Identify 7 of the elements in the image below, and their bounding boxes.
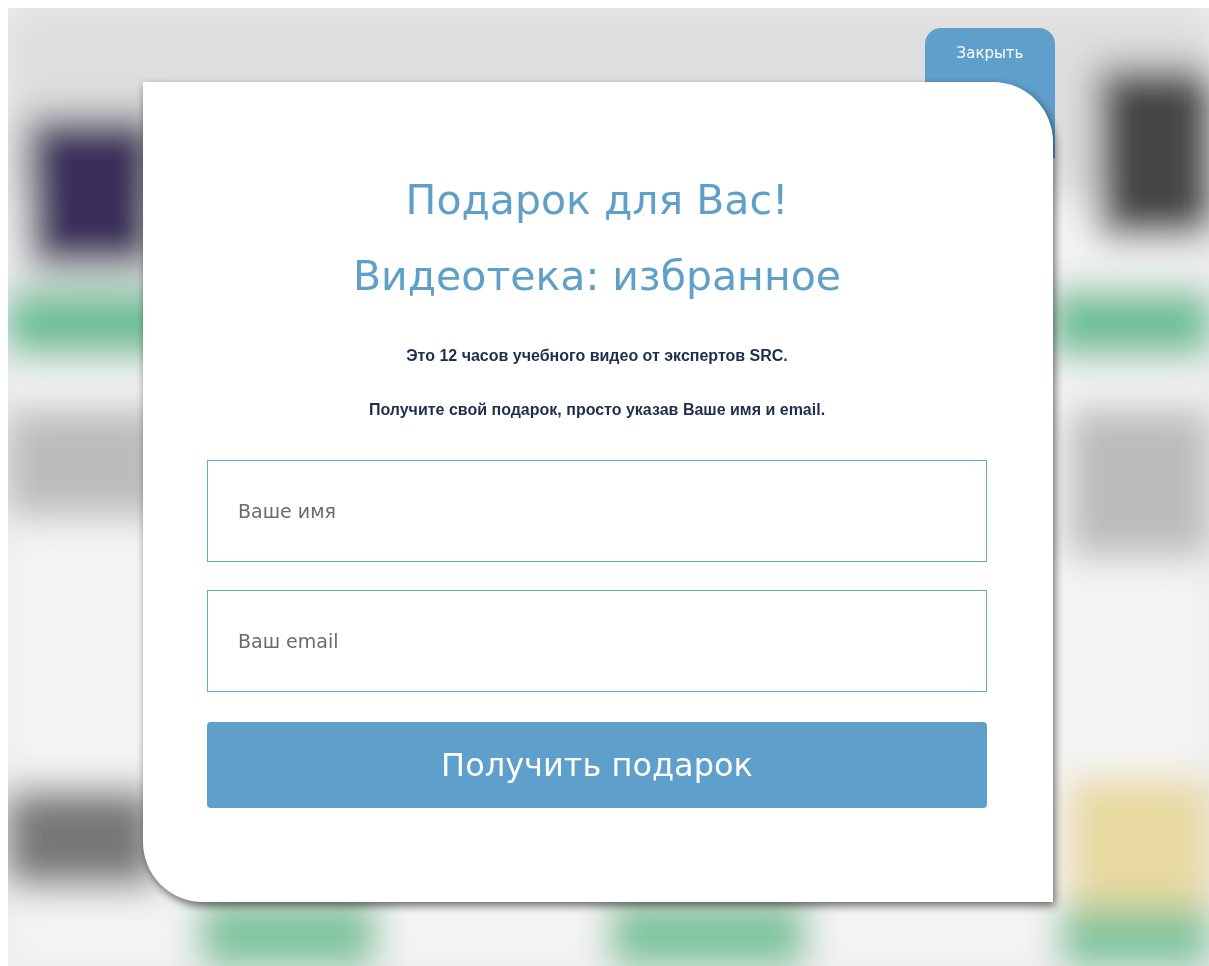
input-field[interactable]: Ваше имя (207, 460, 987, 562)
modal-title: Подарок для Вас! (404, 175, 790, 226)
description-text: Получите свой подарок, просто указав Ваше имя и email. (367, 400, 827, 420)
submit-button[interactable]: Получить подарок (207, 722, 987, 808)
modal-title: Видеотека: избранное (351, 251, 843, 302)
input-field[interactable]: Ваш email (207, 590, 987, 692)
description-text: Это 12 часов учебного видео от экспертов SRC. (405, 346, 789, 366)
